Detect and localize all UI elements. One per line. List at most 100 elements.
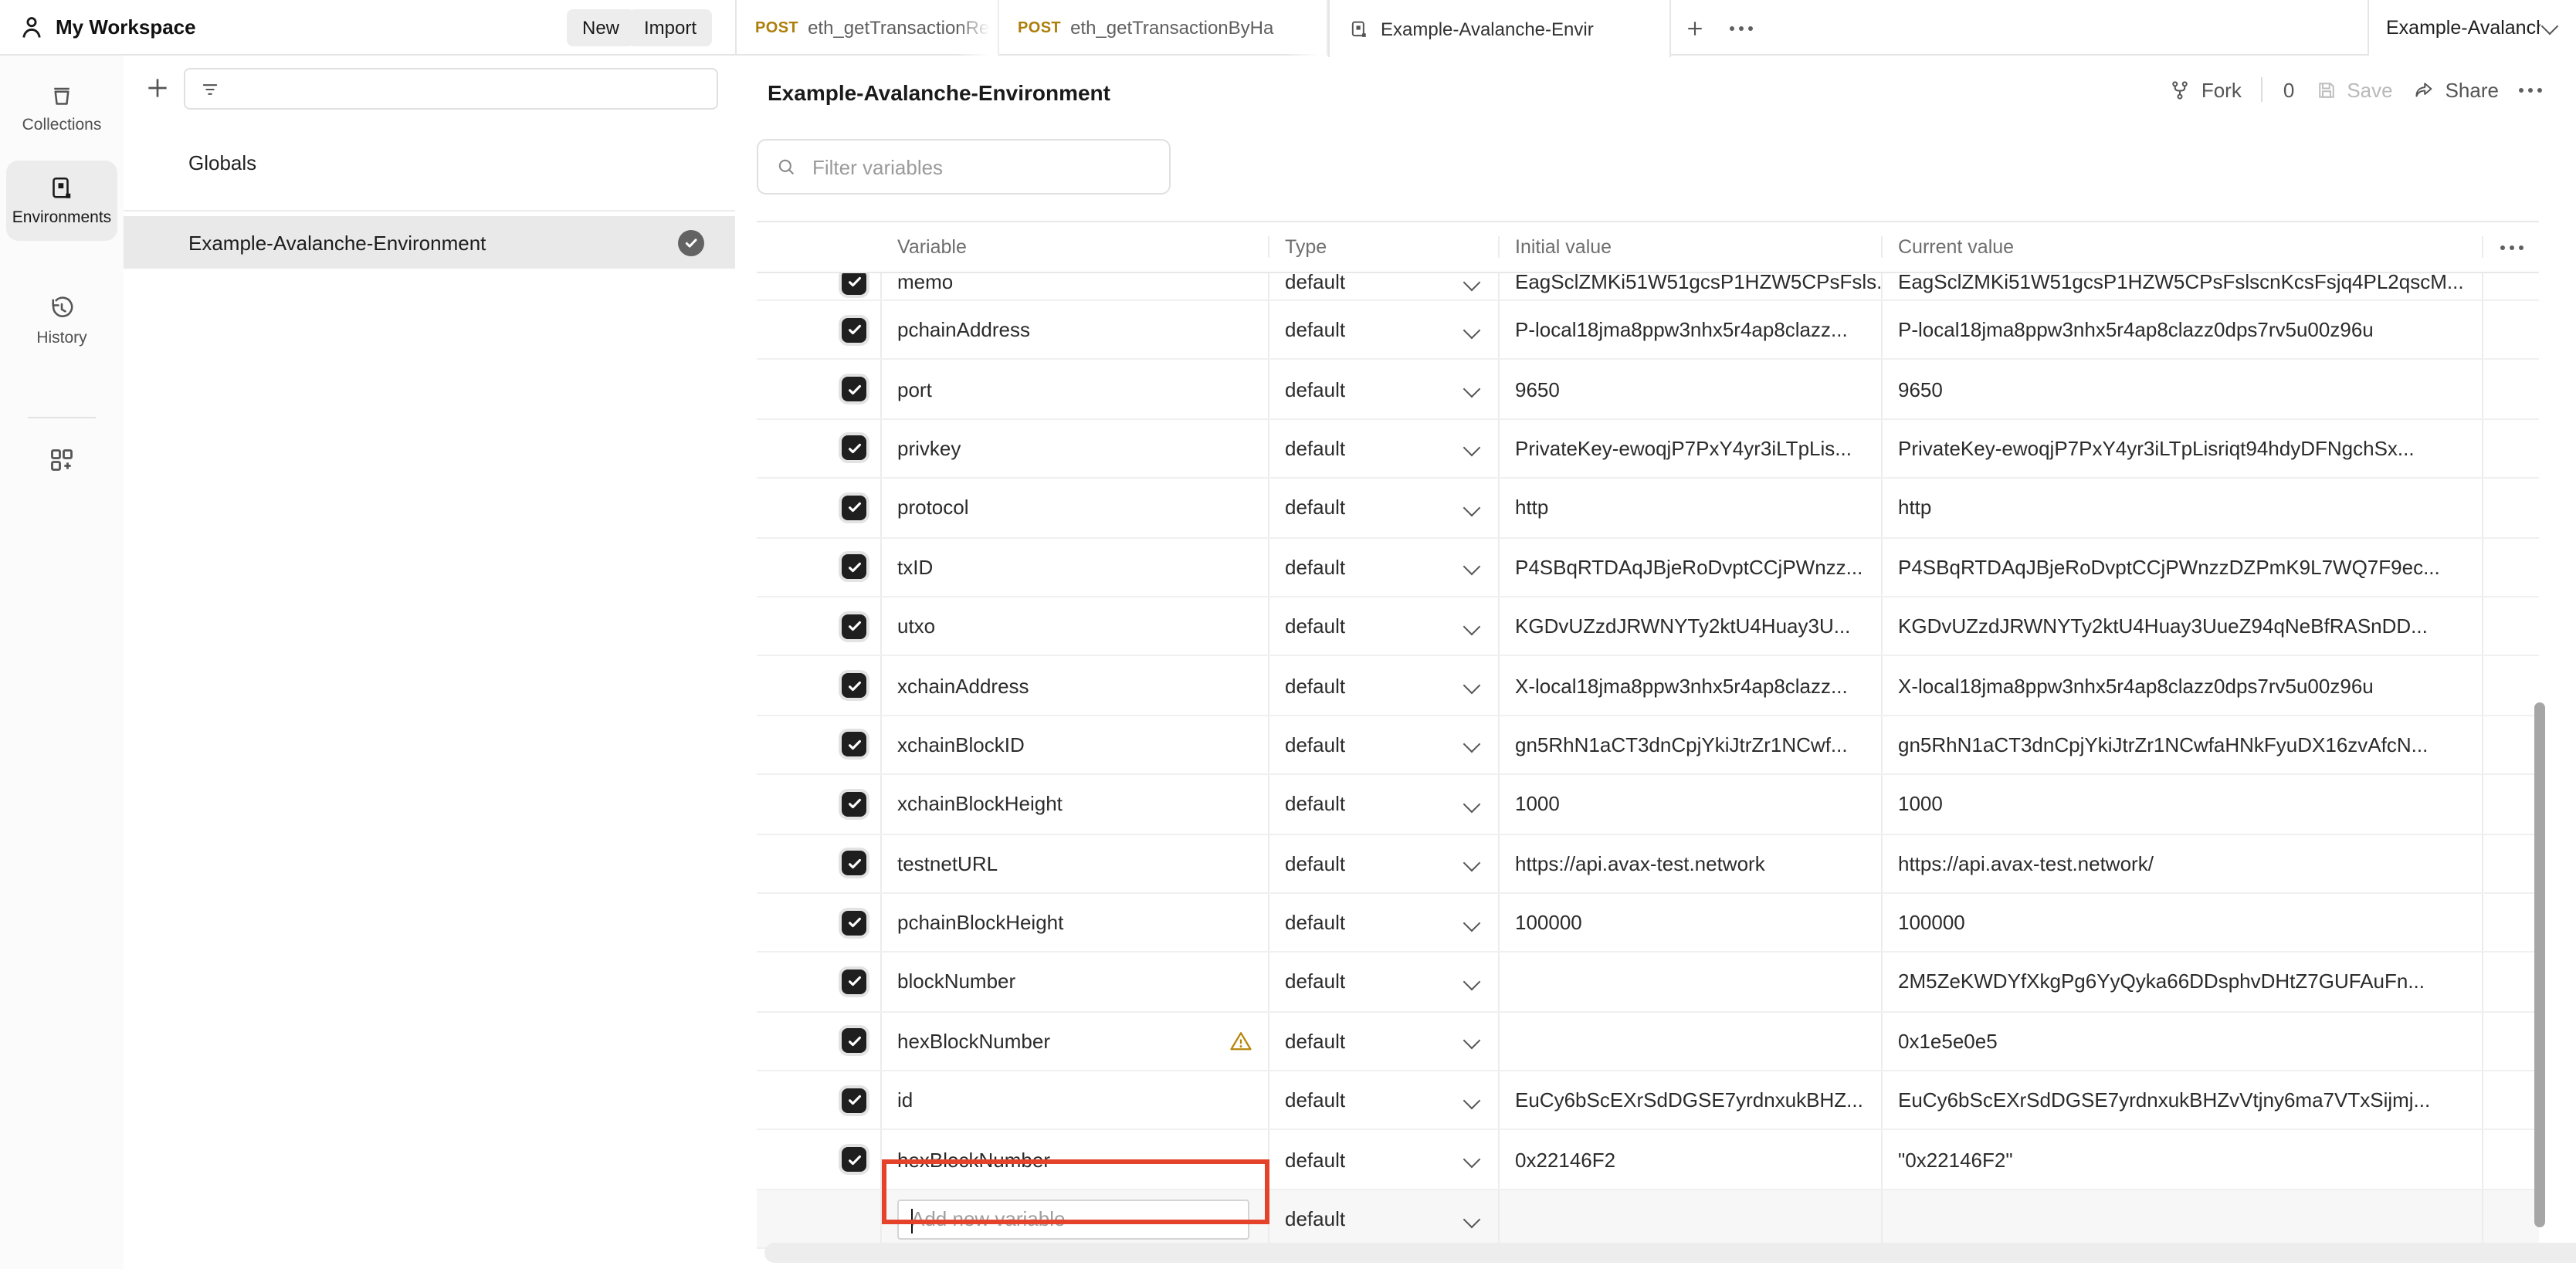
sidebar-item-history[interactable]: History (6, 284, 117, 358)
variable-name-cell[interactable]: hexBlockNumber (882, 1131, 1269, 1189)
type-select[interactable]: default (1269, 775, 1500, 833)
configure-sidebar-icon[interactable] (46, 445, 77, 475)
current-value-cell[interactable]: 2M5ZeKWDYfXkgPg6YyQyka66DDsphvDHtZ7GUFAu… (1883, 953, 2483, 1011)
initial-value-cell[interactable]: 9650 (1500, 360, 1883, 418)
variable-name-cell[interactable]: xchainBlockHeight (882, 775, 1269, 833)
row-checkbox[interactable] (842, 1147, 866, 1172)
type-select[interactable]: default (1269, 657, 1500, 715)
variable-name-cell[interactable]: id (882, 1071, 1269, 1129)
current-value-cell[interactable]: EuCy6bScEXrSdDGSE7yrdnxukBHZvVtjny6ma7VT… (1883, 1071, 2483, 1129)
variable-name-cell[interactable]: utxo (882, 597, 1269, 655)
initial-value-cell[interactable]: 0x22146F2 (1500, 1131, 1883, 1189)
add-variable-input[interactable] (899, 1206, 1223, 1232)
current-value-cell[interactable]: gn5RhN1aCT3dnCpjYkiJtrZr1NCwfaHNkFyuDX16… (1883, 716, 2483, 773)
row-checkbox[interactable] (842, 1029, 866, 1054)
type-select[interactable]: default (1269, 360, 1500, 418)
initial-value-cell[interactable]: http (1500, 479, 1883, 536)
row-checkbox[interactable] (842, 317, 866, 342)
new-tab-button[interactable] (1671, 0, 1717, 56)
type-select[interactable]: default (1269, 834, 1500, 892)
initial-value-cell[interactable]: 1000 (1500, 775, 1883, 833)
fork-button[interactable]: Fork (2169, 78, 2242, 101)
variable-name-cell[interactable]: testnetURL (882, 834, 1269, 892)
type-select[interactable]: default (1269, 597, 1500, 655)
import-button[interactable]: Import (629, 9, 712, 46)
initial-value-cell[interactable]: gn5RhN1aCT3dnCpjYkiJtrZr1NCwf... (1500, 716, 1883, 773)
current-value-cell[interactable]: "0x22146F2" (1883, 1131, 2483, 1189)
row-checkbox[interactable] (842, 377, 866, 401)
initial-value-cell[interactable]: EagSclZMKi51W51gcsP1HZW5CPsFsls... (1500, 273, 1883, 301)
current-value-cell[interactable]: EagSclZMKi51W51gcsP1HZW5CPsFslscnKcsFsjq… (1883, 273, 2483, 301)
variable-name-cell[interactable]: privkey (882, 420, 1269, 478)
row-checkbox[interactable] (842, 1088, 866, 1113)
current-value-cell[interactable]: https://api.avax-test.network/ (1883, 834, 2483, 892)
type-select[interactable]: default (1269, 538, 1500, 596)
initial-value-cell[interactable]: KGDvUZzdJRWNYTy2ktU4Huay3U... (1500, 597, 1883, 655)
row-checkbox[interactable] (842, 496, 866, 520)
initial-value-cell[interactable]: https://api.avax-test.network (1500, 834, 1883, 892)
type-select[interactable]: default (1269, 894, 1500, 952)
save-button[interactable]: Save (2314, 78, 2392, 101)
tab-eth_getTransactionByHa[interactable]: POSTeth_getTransactionByHa (999, 0, 1328, 56)
row-checkbox[interactable] (842, 792, 866, 817)
add-environment-button[interactable] (142, 73, 173, 103)
initial-value-cell[interactable]: EuCy6bScEXrSdDGSE7yrdnxukBHZ... (1500, 1071, 1883, 1129)
current-value-cell[interactable]: KGDvUZzdJRWNYTy2ktU4Huay3UueZ94qNeBfRASn… (1883, 597, 2483, 655)
row-checkbox[interactable] (842, 273, 866, 294)
tab-options-button[interactable] (1717, 0, 1764, 56)
type-select[interactable]: default (1269, 479, 1500, 536)
variable-name-cell[interactable]: pchainAddress (882, 301, 1269, 359)
variable-name-cell[interactable]: port (882, 360, 1269, 418)
initial-value-cell[interactable]: 100000 (1500, 894, 1883, 952)
environment-selector[interactable]: Example-Avalanche-Environme (2368, 0, 2576, 56)
sidebar-item-environments[interactable]: Environments (6, 161, 117, 241)
type-select[interactable]: default (1269, 301, 1500, 359)
row-checkbox[interactable] (842, 851, 866, 875)
table-menu-button[interactable] (2483, 245, 2539, 249)
row-checkbox[interactable] (842, 910, 866, 935)
type-select[interactable]: default (1269, 420, 1500, 478)
initial-value-cell[interactable]: P4SBqRTDAqJBjeRoDvptCCjPWnzz... (1500, 538, 1883, 596)
current-value-cell[interactable]: 100000 (1883, 894, 2483, 952)
current-value-cell[interactable]: X-local18jma8ppw3nhx5r4ap8clazz0dps7rv5u… (1883, 657, 2483, 715)
type-select[interactable]: default (1269, 716, 1500, 773)
initial-value-cell[interactable] (1500, 1012, 1883, 1070)
sidebar-item-collections[interactable]: Collections (6, 71, 117, 145)
row-checkbox[interactable] (842, 555, 866, 580)
row-checkbox[interactable] (842, 733, 866, 757)
row-checkbox[interactable] (842, 436, 866, 461)
horizontal-scrollbar-track[interactable] (764, 1243, 2576, 1263)
globals-item[interactable]: Globals (188, 151, 256, 174)
current-value-cell[interactable]: P4SBqRTDAqJBjeRoDvptCCjPWnzzDZPmK9L7WQ7F… (1883, 538, 2483, 596)
current-value-cell[interactable]: 0x1e5e0e5 (1883, 1012, 2483, 1070)
initial-value-cell[interactable]: X-local18jma8ppw3nhx5r4ap8clazz... (1500, 657, 1883, 715)
filter-variables-input[interactable] (809, 154, 1124, 180)
type-select[interactable]: default (1269, 1012, 1500, 1070)
variable-name-cell[interactable]: memo (882, 273, 1269, 301)
warning-icon[interactable] (1229, 1030, 1252, 1053)
current-value-cell[interactable]: 9650 (1883, 360, 2483, 418)
share-button[interactable]: Share (2413, 78, 2499, 101)
add-row-type-select[interactable]: default (1269, 1190, 1500, 1248)
initial-value-cell[interactable]: P-local18jma8ppw3nhx5r4ap8clazz... (1500, 301, 1883, 359)
vertical-scrollbar-thumb[interactable] (2534, 702, 2545, 1227)
initial-value-cell[interactable] (1500, 953, 1883, 1011)
editor-more-button[interactable] (2519, 87, 2542, 92)
row-checkbox[interactable] (842, 673, 866, 698)
variable-name-cell[interactable]: protocol (882, 479, 1269, 536)
type-select[interactable]: default (1269, 953, 1500, 1011)
environment-list-item[interactable]: Example-Avalanche-Environment (124, 216, 735, 269)
type-select[interactable]: default (1269, 1071, 1500, 1129)
current-value-cell[interactable]: PrivateKey-ewoqjP7PxY4yr3iLTpLisriqt94hd… (1883, 420, 2483, 478)
type-select[interactable]: default (1269, 273, 1500, 301)
variable-name-cell[interactable]: pchainBlockHeight (882, 894, 1269, 952)
row-checkbox[interactable] (842, 970, 866, 994)
variable-name-cell[interactable]: blockNumber (882, 953, 1269, 1011)
variable-name-cell[interactable]: xchainBlockID (882, 716, 1269, 773)
variable-name-cell[interactable]: txID (882, 538, 1269, 596)
initial-value-cell[interactable]: PrivateKey-ewoqjP7PxY4yr3iLTpLis... (1500, 420, 1883, 478)
current-value-cell[interactable]: http (1883, 479, 2483, 536)
add-row-initial-cell[interactable] (1500, 1190, 1883, 1248)
current-value-cell[interactable]: P-local18jma8ppw3nhx5r4ap8clazz0dps7rv5u… (1883, 301, 2483, 359)
variable-name-cell[interactable]: xchainAddress (882, 657, 1269, 715)
